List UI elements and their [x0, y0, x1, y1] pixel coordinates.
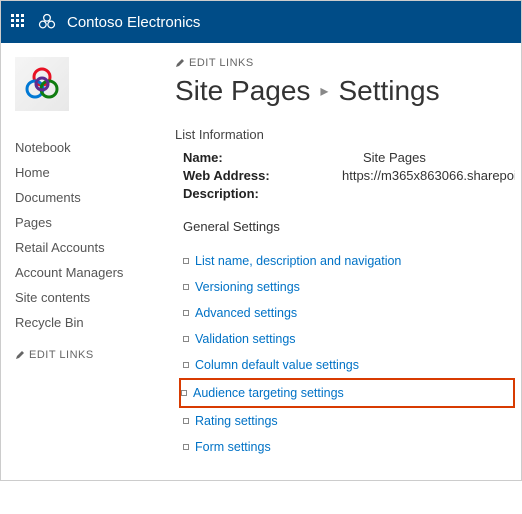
settings-item: Column default value settings: [183, 352, 515, 378]
chevron-right-icon: ▸: [320, 81, 328, 101]
brand-logo-icon: [37, 12, 57, 32]
breadcrumb-parent[interactable]: Site Pages: [175, 75, 310, 107]
left-column: NotebookHomeDocumentsPagesRetail Account…: [15, 57, 175, 460]
nav-item[interactable]: Documents: [15, 185, 175, 210]
app-title: Contoso Electronics: [67, 14, 200, 31]
list-info-table: Name: Site Pages Web Address: https://m3…: [183, 150, 515, 201]
web-address-label: Web Address:: [183, 168, 342, 183]
breadcrumb-current: Settings: [338, 75, 439, 107]
bullet-icon: [183, 362, 189, 368]
pencil-icon: [175, 58, 185, 68]
name-value: Site Pages: [363, 150, 426, 165]
nav-item[interactable]: Retail Accounts: [15, 235, 175, 260]
settings-link[interactable]: Form settings: [195, 440, 271, 454]
quick-launch-nav: NotebookHomeDocumentsPagesRetail Account…: [15, 135, 175, 361]
edit-links-label: EDIT LINKS: [29, 349, 94, 361]
settings-link[interactable]: Audience targeting settings: [193, 386, 344, 400]
settings-item: Validation settings: [183, 326, 515, 352]
nav-item[interactable]: Pages: [15, 210, 175, 235]
bullet-icon: [181, 390, 187, 396]
general-settings-heading: General Settings: [183, 219, 515, 234]
bullet-icon: [183, 258, 189, 264]
site-logo-icon: [22, 64, 62, 104]
page-content: NotebookHomeDocumentsPagesRetail Account…: [1, 43, 521, 480]
edit-links-top[interactable]: EDIT LINKS: [175, 57, 515, 69]
site-logo-tile[interactable]: [15, 57, 69, 111]
breadcrumb: Site Pages ▸ Settings: [175, 75, 515, 107]
settings-link[interactable]: Column default value settings: [195, 358, 359, 372]
description-label: Description:: [183, 186, 363, 201]
list-info-heading: List Information: [175, 127, 515, 142]
bullet-icon: [183, 284, 189, 290]
settings-item: Audience targeting settings: [179, 378, 515, 408]
settings-item: Rating settings: [183, 408, 515, 434]
settings-link[interactable]: Advanced settings: [195, 306, 297, 320]
nav-item[interactable]: Notebook: [15, 135, 175, 160]
settings-link[interactable]: Versioning settings: [195, 280, 300, 294]
nav-item[interactable]: Home: [15, 160, 175, 185]
general-settings-list: List name, description and navigation Ver…: [183, 248, 515, 460]
bullet-icon: [183, 310, 189, 316]
settings-item: Form settings: [183, 434, 515, 460]
edit-links-label: EDIT LINKS: [189, 57, 254, 69]
bullet-icon: [183, 444, 189, 450]
settings-item: List name, description and navigation: [183, 248, 515, 274]
settings-link[interactable]: List name, description and navigation: [195, 254, 401, 268]
app-launcher-icon[interactable]: [11, 14, 27, 30]
pencil-icon: [15, 350, 25, 360]
nav-item[interactable]: Account Managers: [15, 260, 175, 285]
settings-link[interactable]: Validation settings: [195, 332, 296, 346]
nav-item[interactable]: Recycle Bin: [15, 310, 175, 335]
edit-links-nav[interactable]: EDIT LINKS: [15, 349, 175, 361]
main-column: EDIT LINKS Site Pages ▸ Settings List In…: [175, 57, 521, 460]
settings-link[interactable]: Rating settings: [195, 414, 278, 428]
nav-item[interactable]: Site contents: [15, 285, 175, 310]
bullet-icon: [183, 336, 189, 342]
web-address-value[interactable]: https://m365x863066.sharepoint.c: [342, 168, 515, 183]
name-label: Name:: [183, 150, 363, 165]
settings-item: Advanced settings: [183, 300, 515, 326]
settings-item: Versioning settings: [183, 274, 515, 300]
app-bar: Contoso Electronics: [1, 1, 521, 43]
bullet-icon: [183, 418, 189, 424]
